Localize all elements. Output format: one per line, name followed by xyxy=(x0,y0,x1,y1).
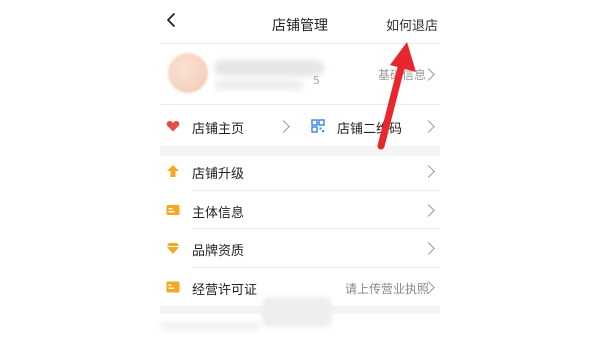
shop-name-blurred xyxy=(214,60,324,76)
top-nav-bar: 店铺管理 如何退店 xyxy=(0,0,600,44)
bottom-blurred-content xyxy=(160,322,260,330)
page-title: 店铺管理 xyxy=(272,18,328,34)
diamond-icon xyxy=(166,243,180,254)
id-card-icon xyxy=(166,205,180,215)
menu-item-label: 经营许可证 xyxy=(192,283,258,298)
qr-code-icon xyxy=(311,119,325,133)
menu-item-label: 店铺升级 xyxy=(192,167,245,182)
shop-subtitle-suffix: 5 xyxy=(313,74,320,87)
close-shop-link[interactable]: 如何退店 xyxy=(386,15,438,34)
bottom-blurred-button xyxy=(262,297,332,327)
license-icon xyxy=(166,281,180,293)
shop-avatar xyxy=(168,53,208,93)
menu-item-label: 主体信息 xyxy=(192,206,245,221)
shop-homepage-label: 店铺主页 xyxy=(192,122,245,137)
upload-license-hint: 请上传营业执照 xyxy=(345,282,430,296)
heart-icon xyxy=(166,121,180,132)
annotation-arrow-icon xyxy=(377,42,416,150)
shop-subtitle-blurred xyxy=(214,80,304,90)
menu-item-label: 品牌资质 xyxy=(192,244,245,259)
upgrade-arrow-icon xyxy=(167,165,179,177)
